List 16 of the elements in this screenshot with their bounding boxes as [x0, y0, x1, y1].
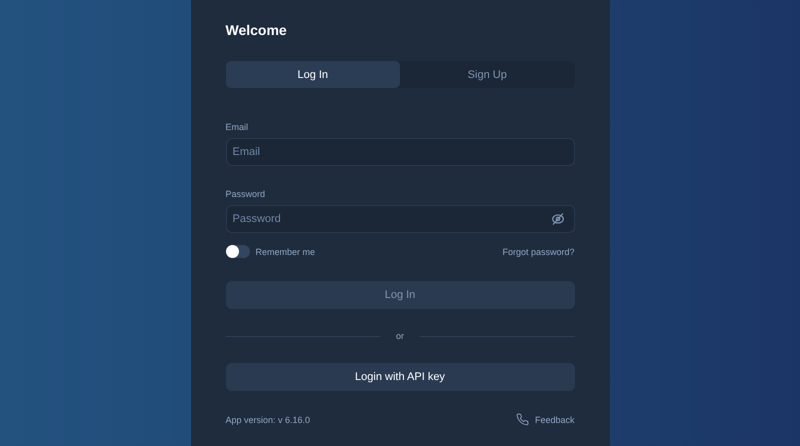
- feedback-link[interactable]: Feedback: [534, 414, 574, 424]
- email-field[interactable]: Email: [226, 138, 574, 166]
- tab[interactable]: Sign Up: [400, 61, 574, 88]
- app-version: App version: v 6.16.0: [226, 414, 310, 424]
- api-key-button[interactable]: Login with API key: [226, 363, 574, 391]
- phone-icon: [516, 413, 529, 426]
- field-label: Email: [226, 122, 250, 132]
- forgot-password-link[interactable]: Forgot password?: [502, 246, 574, 256]
- welcome-title: Welcome: [226, 22, 288, 40]
- password-field[interactable]: Password: [226, 205, 574, 233]
- remember-label: Remember me: [256, 246, 316, 256]
- eye-off-icon[interactable]: [550, 212, 564, 226]
- field-label: Password: [226, 189, 266, 199]
- divider-text: or: [396, 331, 404, 341]
- remember-toggle[interactable]: [226, 245, 250, 258]
- tab[interactable]: Log In: [226, 61, 400, 88]
